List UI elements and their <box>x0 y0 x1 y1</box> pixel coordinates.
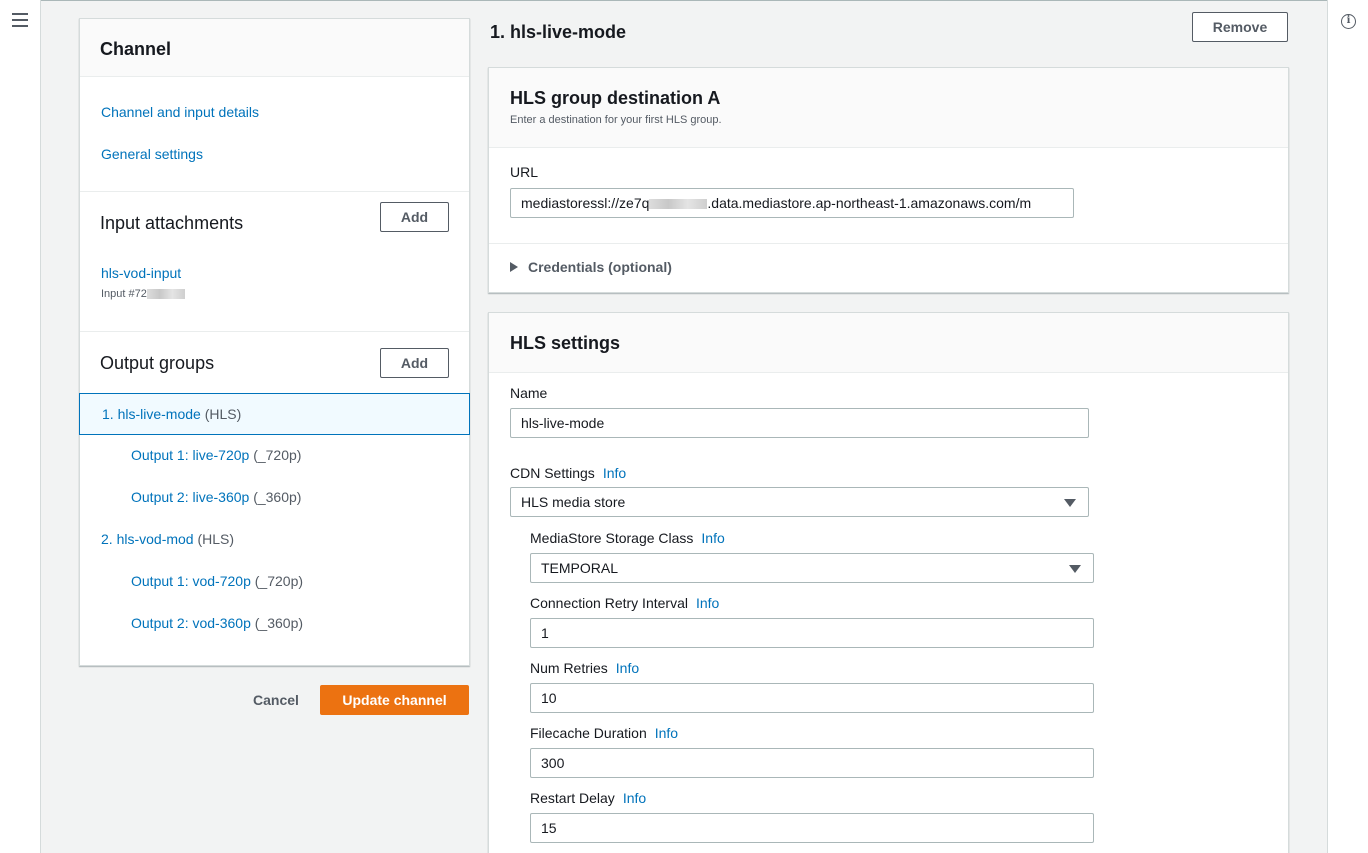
storage-selected-value: TEMPORAL <box>541 560 619 576</box>
cancel-button[interactable]: Cancel <box>240 685 312 715</box>
storage-class-text: MediaStore Storage Class <box>530 530 694 546</box>
filecache-duration-input[interactable]: 300 <box>530 748 1094 778</box>
channel-and-input-details-link[interactable]: Channel and input details <box>101 104 259 120</box>
update-channel-button[interactable]: Update channel <box>320 685 469 715</box>
info-icon[interactable]: i <box>1341 14 1356 29</box>
divider <box>489 243 1288 244</box>
output-label[interactable]: Output 1: live-720p <box>131 447 249 463</box>
output-group-type: (HLS) <box>197 531 235 547</box>
destination-title: HLS group destination A <box>510 88 721 108</box>
credentials-expander[interactable]: Credentials (optional) <box>510 259 672 275</box>
cdn-settings-select[interactable]: HLS media store <box>510 487 1089 517</box>
add-input-button[interactable]: Add <box>380 202 449 232</box>
num-retries-input[interactable]: 10 <box>530 683 1094 713</box>
hls-destination-card: HLS group destination A Enter a destinat… <box>488 67 1289 293</box>
destination-card-header: HLS group destination A Enter a destinat… <box>489 68 1288 148</box>
hls-settings-title: HLS settings <box>510 333 621 353</box>
num-retries-info-link[interactable]: Info <box>616 660 639 676</box>
hls-settings-header: HLS settings <box>489 313 1288 373</box>
dropdown-caret-icon <box>1069 565 1081 573</box>
name-label: Name <box>510 385 548 401</box>
menu-icon[interactable] <box>12 13 28 27</box>
storage-class-label: MediaStore Storage Class Info <box>530 530 725 546</box>
remove-button[interactable]: Remove <box>1192 12 1288 42</box>
nav-title: Channel <box>100 39 172 59</box>
input-attachments-section: Input attachments Add hls-vod-input Inpu… <box>80 192 469 332</box>
output-type: (_720p) <box>254 573 304 589</box>
input-id-text: Input #72 <box>101 288 147 300</box>
num-retries-text: Num Retries <box>530 660 608 676</box>
output-groups-section: Output groups Add 1. hls-live-mode (HLS)… <box>79 332 470 666</box>
output-group-label[interactable]: 1. hls-live-mode <box>102 406 201 422</box>
retry-interval-info-link[interactable]: Info <box>696 595 719 611</box>
nav-basic-section: Channel and input details General settin… <box>80 77 469 192</box>
num-retries-label: Num Retries Info <box>530 660 639 676</box>
redacted-text <box>146 289 185 300</box>
left-rail <box>0 0 41 853</box>
input-id: Input #72 <box>101 288 185 300</box>
caret-right-icon <box>510 262 518 272</box>
url-label: URL <box>510 164 539 180</box>
credentials-label: Credentials (optional) <box>528 259 672 275</box>
output-item-live-360p[interactable]: Output 2: live-360p (_360p) <box>80 477 469 519</box>
url-input[interactable]: mediastoressl://ze7q .data.mediastore.ap-… <box>510 188 1074 218</box>
storage-info-link[interactable]: Info <box>701 530 724 546</box>
page-title: 1. hls-live-mode <box>490 22 627 42</box>
url-suffix: .data.mediastore.ap-northeast-1.amazonaw… <box>707 195 1032 211</box>
output-group-item-hls-vod-mod[interactable]: 2. hls-vod-mod (HLS) <box>80 519 469 561</box>
url-prefix: mediastoressl://ze7q <box>521 195 650 211</box>
output-label[interactable]: Output 2: vod-360p <box>131 615 251 631</box>
output-type: (_360p) <box>254 615 304 631</box>
output-item-vod-360p[interactable]: Output 2: vod-360p (_360p) <box>80 603 469 645</box>
retry-interval-input[interactable]: 1 <box>530 618 1094 648</box>
general-settings-link[interactable]: General settings <box>101 146 203 162</box>
output-type: (_720p) <box>253 447 302 463</box>
cdn-selected-value: HLS media store <box>521 494 626 510</box>
output-groups-title: Output groups <box>100 353 215 373</box>
input-attachments-title: Input attachments <box>100 213 244 233</box>
name-input[interactable]: hls-live-mode <box>510 408 1089 438</box>
restart-delay-input[interactable]: 15 <box>530 813 1094 843</box>
destination-description: Enter a destination for your first HLS g… <box>510 114 722 126</box>
retry-interval-text: Connection Retry Interval <box>530 595 688 611</box>
output-label[interactable]: Output 1: vod-720p <box>131 573 251 589</box>
top-divider <box>41 0 1327 1</box>
output-group-item-hls-live-mode[interactable]: 1. hls-live-mode (HLS) <box>79 393 470 435</box>
add-output-group-button[interactable]: Add <box>380 348 449 378</box>
cdn-settings-text: CDN Settings <box>510 465 595 481</box>
storage-class-select[interactable]: TEMPORAL <box>530 553 1094 583</box>
right-rail: i <box>1327 0 1368 853</box>
input-link[interactable]: hls-vod-input <box>101 265 181 281</box>
output-item-vod-720p[interactable]: Output 1: vod-720p (_720p) <box>80 561 469 603</box>
filecache-duration-text: Filecache Duration <box>530 725 647 741</box>
restart-delay-label: Restart Delay Info <box>530 790 646 806</box>
output-group-type: (HLS) <box>204 406 242 422</box>
filecache-duration-label: Filecache Duration Info <box>530 725 678 741</box>
hls-settings-card: HLS settings Name hls-live-mode CDN Sett… <box>488 312 1289 853</box>
redacted-text <box>649 199 708 210</box>
output-label[interactable]: Output 2: live-360p <box>131 489 249 505</box>
dropdown-caret-icon <box>1064 499 1076 507</box>
nav-header: Channel <box>80 19 469 77</box>
restart-delay-text: Restart Delay <box>530 790 615 806</box>
cdn-info-link[interactable]: Info <box>603 465 626 481</box>
channel-nav-panel: Channel Channel and input details Genera… <box>79 18 470 666</box>
output-type: (_360p) <box>253 489 302 505</box>
restart-delay-info-link[interactable]: Info <box>623 790 646 806</box>
output-group-label[interactable]: 2. hls-vod-mod <box>101 531 194 547</box>
retry-interval-label: Connection Retry Interval Info <box>530 595 719 611</box>
filecache-info-link[interactable]: Info <box>655 725 678 741</box>
cdn-settings-label: CDN Settings Info <box>510 465 626 481</box>
output-item-live-720p[interactable]: Output 1: live-720p (_720p) <box>80 435 469 477</box>
